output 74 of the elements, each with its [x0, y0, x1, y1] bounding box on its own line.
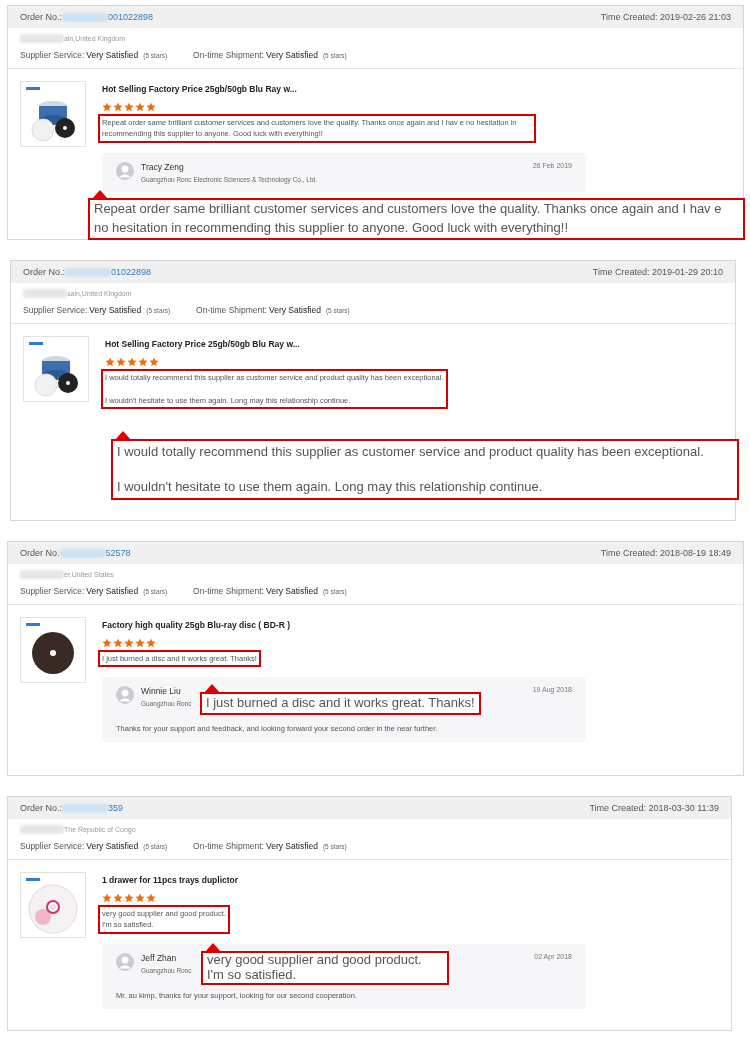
- star-icon: [102, 102, 112, 112]
- product-thumbnail[interactable]: [20, 617, 86, 683]
- star-icon: [146, 893, 156, 903]
- order-label: Order No.:: [20, 12, 62, 22]
- star-icon: [127, 357, 137, 367]
- pointer-icon: [205, 943, 221, 952]
- rating-value: Very Satisfied: [265, 841, 318, 851]
- star-icon: [102, 638, 112, 648]
- star-icon: [105, 357, 115, 367]
- star-icon: [113, 102, 123, 112]
- redaction-blur: [23, 289, 67, 298]
- order-number-link[interactable]: 359: [108, 803, 124, 813]
- pointer-icon: [115, 431, 131, 440]
- rating-value: Very Satisfied: [265, 586, 318, 596]
- order-label: Order No.: [20, 548, 60, 558]
- time-created: Time Created: 2019-02-26 21:03: [600, 12, 731, 22]
- order-number-link[interactable]: 52578: [105, 548, 131, 558]
- replier-name: Winnie Liu: [141, 686, 181, 697]
- rating-value: Very Satisfied: [86, 841, 139, 851]
- rating-label: Supplier Service:: [20, 841, 85, 851]
- star-icon: [124, 638, 134, 648]
- star-icon: [116, 357, 126, 367]
- rating-label: Supplier Service:: [20, 586, 85, 596]
- redaction-blur: [20, 825, 64, 834]
- replier-name: Jeff Zhan: [141, 952, 177, 963]
- star-icon: [135, 893, 145, 903]
- product-title[interactable]: Hot Selling Factory Price 25gb/50gb Blu Ray w...: [105, 339, 723, 349]
- rating-value: Very Satisfied: [265, 50, 318, 60]
- rating-label: On-time Shipment:: [193, 50, 264, 60]
- redaction-blur: [62, 803, 108, 813]
- avatar-icon: [116, 686, 134, 705]
- replier-name: Tracy Zeng: [141, 161, 184, 172]
- pointer-icon: [204, 684, 220, 693]
- star-icon: [146, 638, 156, 648]
- product-thumbnail[interactable]: [20, 872, 86, 938]
- star-icon: [149, 357, 159, 367]
- rating-label: On-time Shipment:: [193, 586, 264, 596]
- star-icon: [138, 357, 148, 367]
- product-title[interactable]: Factory high quality 25gb Blu-ray disc ( BD-R ): [102, 620, 731, 630]
- rating-label: Supplier Service:: [23, 305, 88, 315]
- rating-value: Very Satisfied: [89, 305, 142, 315]
- star-icon: [146, 102, 156, 112]
- redaction-blur: [20, 570, 64, 579]
- redaction-blur: [59, 548, 106, 558]
- pointer-icon: [92, 190, 108, 199]
- star-icon: [124, 102, 134, 112]
- time-created: Time Created: 2019-01-29 20:10: [592, 267, 723, 277]
- order-label: Order No.:: [23, 267, 65, 277]
- product-thumbnail[interactable]: [20, 81, 86, 147]
- rating-value: Very Satisfied: [86, 50, 139, 60]
- avatar-icon: [116, 161, 134, 180]
- rating-label: On-time Shipment:: [193, 841, 264, 851]
- avatar-icon: [116, 952, 134, 971]
- order-number-link[interactable]: 001022898: [108, 12, 154, 22]
- redaction-blur: [20, 34, 64, 43]
- star-icon: [113, 638, 123, 648]
- order-label: Order No.:: [20, 803, 62, 813]
- star-icon: [135, 638, 145, 648]
- star-icon: [102, 893, 112, 903]
- redaction-blur: [65, 267, 111, 277]
- product-thumbnail[interactable]: [23, 336, 89, 402]
- rating-label: On-time Shipment:: [196, 305, 267, 315]
- order-number-link[interactable]: 01022898: [111, 267, 152, 277]
- rating-label: Supplier Service:: [20, 50, 85, 60]
- star-icon: [113, 893, 123, 903]
- rating-value: Very Satisfied: [268, 305, 321, 315]
- redaction-blur: [62, 12, 108, 22]
- time-created: Time Created: 2018-03-30 11:39: [589, 803, 719, 813]
- star-icon: [135, 102, 145, 112]
- time-created: Time Created: 2018-08-19 18:49: [600, 548, 731, 558]
- star-icon: [124, 893, 134, 903]
- rating-value: Very Satisfied: [86, 586, 139, 596]
- product-title[interactable]: Hot Selling Factory Price 25gb/50gb Blu Ray w...: [102, 84, 731, 94]
- product-title[interactable]: 1 drawer for 11pcs trays duplictor: [102, 875, 719, 885]
